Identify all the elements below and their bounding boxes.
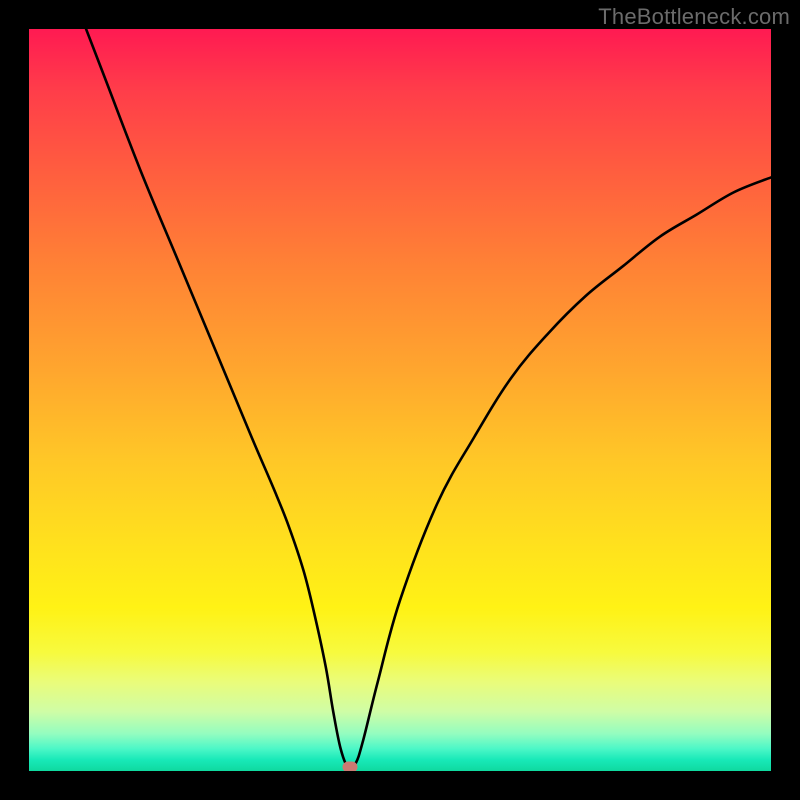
- plot-area: [29, 29, 771, 771]
- watermark-text: TheBottleneck.com: [598, 4, 790, 30]
- minimum-marker: [342, 761, 357, 771]
- bottleneck-curve: [29, 29, 771, 771]
- chart-frame: TheBottleneck.com: [0, 0, 800, 800]
